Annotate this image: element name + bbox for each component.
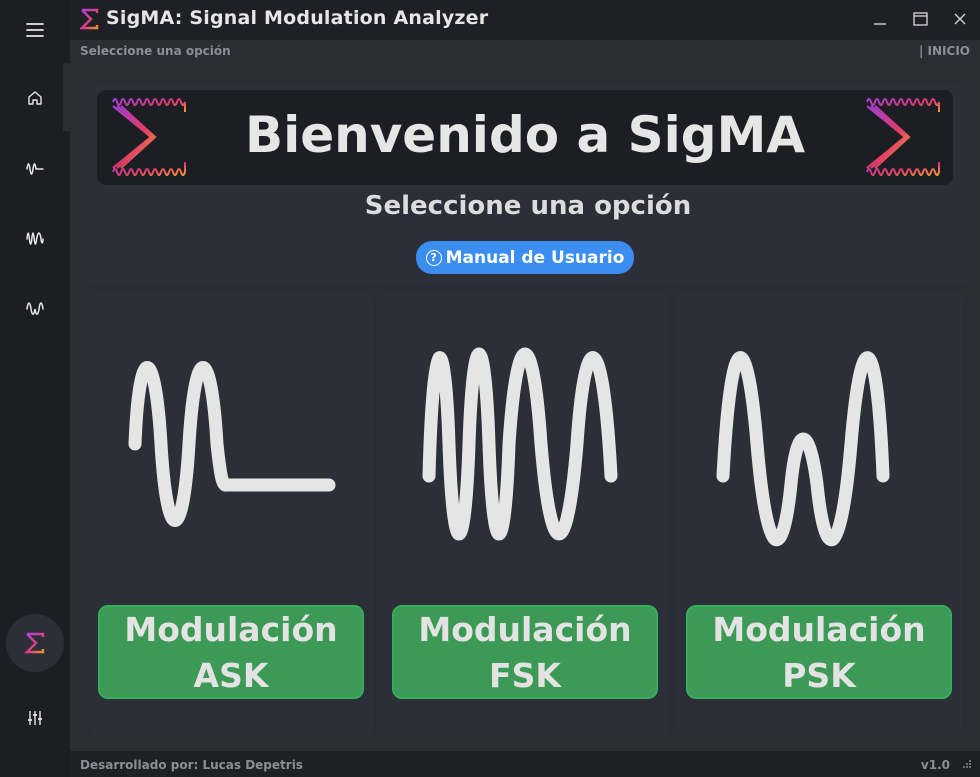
fsk-button-line2: FSK	[489, 656, 561, 695]
close-button[interactable]	[943, 4, 977, 34]
welcome-title: Bienvenido a SigMA	[244, 106, 806, 164]
title-bar[interactable]: SigMA: Signal Modulation Analyzer	[70, 0, 980, 40]
breadcrumb: | INICIO	[918, 44, 970, 58]
minimize-icon	[874, 23, 886, 25]
footer: Desarrollado por: Lucas Depetris v1.0	[70, 751, 980, 777]
ask-card: Modulación ASK	[89, 292, 374, 736]
psk-wave-icon	[26, 302, 44, 315]
user-manual-button[interactable]: ? Manual de Usuario	[416, 241, 634, 274]
help-icon: ?	[425, 249, 442, 266]
welcome-banner: Bienvenido a SigMA	[97, 90, 953, 185]
sidebar-item-psk[interactable]	[0, 283, 70, 333]
sidebar	[0, 0, 70, 777]
psk-button-line2: PSK	[782, 656, 856, 695]
ask-button-line1: Modulación	[124, 610, 338, 649]
minimize-button[interactable]	[863, 4, 897, 34]
sigma-logo-icon	[866, 98, 940, 176]
fsk-wave-icon	[422, 347, 618, 541]
fsk-modulation-button[interactable]: Modulación FSK	[392, 605, 658, 699]
fsk-wave-icon	[26, 232, 44, 245]
ask-wave-icon	[128, 361, 336, 527]
current-section-label: Seleccione una opción	[80, 44, 231, 58]
maximize-icon	[912, 12, 928, 26]
psk-modulation-button[interactable]: Modulación PSK	[686, 605, 952, 699]
sidebar-item-home[interactable]	[0, 73, 70, 123]
hamburger-menu-icon	[26, 23, 44, 37]
window-title: SigMA: Signal Modulation Analyzer	[106, 7, 489, 29]
sidebar-item-fsk[interactable]	[0, 213, 70, 263]
user-manual-label: Manual de Usuario	[445, 247, 625, 268]
ask-modulation-button[interactable]: Modulación ASK	[98, 605, 364, 699]
select-option-heading: Seleccione una opción	[364, 191, 692, 221]
sliders-icon	[28, 711, 42, 725]
fsk-button-line1: Modulación	[418, 610, 632, 649]
hamburger-menu-button[interactable]	[0, 5, 70, 55]
app-logo-icon	[80, 8, 99, 30]
main-content: Bienvenido a SigMA Seleccione una opción…	[70, 63, 980, 751]
close-icon	[954, 13, 966, 25]
ask-button-line2: ASK	[193, 656, 269, 695]
developer-credit: Desarrollado por: Lucas Depetris	[80, 758, 303, 772]
home-icon	[28, 91, 42, 105]
sidebar-item-settings[interactable]	[0, 693, 70, 743]
sidebar-item-ask[interactable]	[0, 143, 70, 193]
ask-wave-icon	[26, 163, 44, 175]
sigma-icon	[24, 632, 45, 654]
fsk-card: Modulación FSK	[383, 292, 668, 736]
resize-grip-icon[interactable]	[962, 759, 972, 769]
sidebar-item-about[interactable]	[6, 614, 64, 672]
psk-button-line1: Modulación	[712, 610, 926, 649]
psk-wave-icon	[716, 351, 890, 547]
version-label: v1.0	[920, 758, 950, 772]
psk-card: Modulación PSK	[677, 292, 962, 736]
maximize-button[interactable]	[903, 4, 937, 34]
welcome-panel: Bienvenido a SigMA Seleccione una opción…	[88, 85, 968, 285]
info-bar: Seleccione una opción | INICIO	[70, 40, 980, 63]
app-window: SigMA: Signal Modulation Analyzer Selecc…	[0, 0, 980, 777]
